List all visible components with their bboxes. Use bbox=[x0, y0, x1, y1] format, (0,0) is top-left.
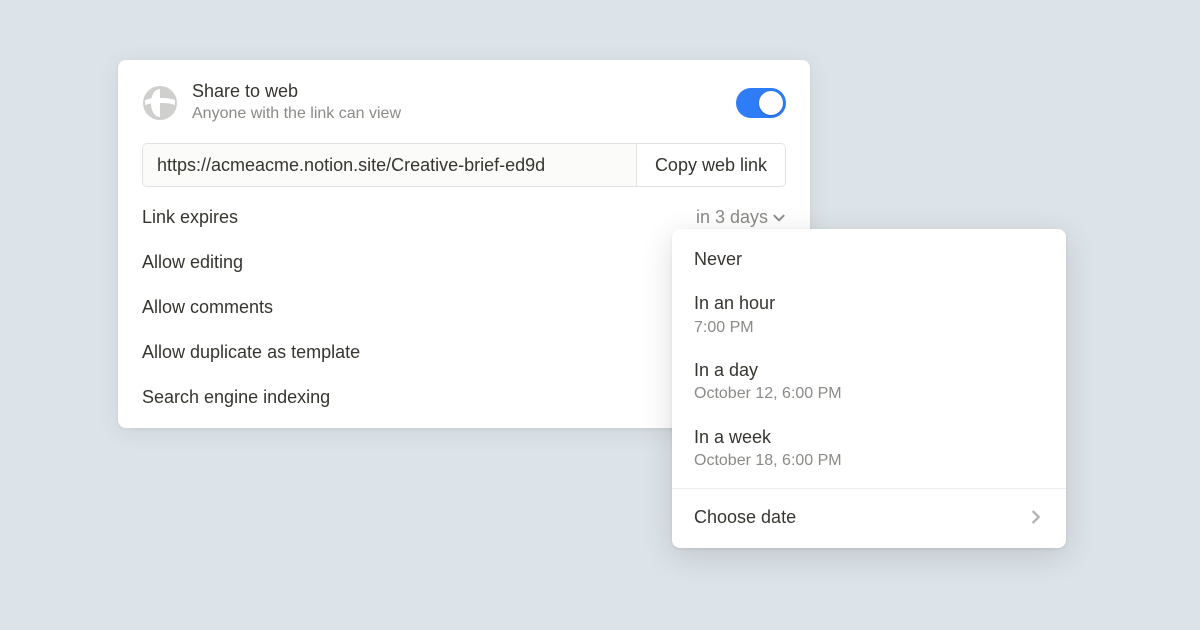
share-toggle[interactable] bbox=[736, 88, 786, 118]
option-label: Search engine indexing bbox=[142, 387, 330, 408]
dropdown-item-label: Never bbox=[694, 247, 1044, 271]
option-label: Allow duplicate as template bbox=[142, 342, 360, 363]
dropdown-item-sub: October 18, 6:00 PM bbox=[694, 450, 1044, 472]
choose-date-button[interactable]: Choose date bbox=[672, 495, 1066, 540]
dropdown-item-sub: October 12, 6:00 PM bbox=[694, 383, 1044, 405]
option-label: Link expires bbox=[142, 207, 238, 228]
copy-link-button[interactable]: Copy web link bbox=[636, 144, 785, 186]
chevron-down-icon bbox=[772, 211, 786, 225]
link-row: Copy web link bbox=[142, 143, 786, 187]
share-title: Share to web bbox=[192, 80, 736, 103]
dropdown-divider bbox=[672, 488, 1066, 489]
panel-header: Share to web Anyone with the link can vi… bbox=[118, 80, 810, 143]
dropdown-item-sub: 7:00 PM bbox=[694, 317, 1044, 339]
dropdown-item-label: In an hour bbox=[694, 291, 1044, 315]
header-text: Share to web Anyone with the link can vi… bbox=[192, 80, 736, 125]
expires-option-never[interactable]: Never bbox=[672, 237, 1066, 281]
toggle-knob bbox=[759, 91, 783, 115]
expires-value-selector[interactable]: in 3 days bbox=[696, 207, 786, 228]
share-link-input[interactable] bbox=[143, 144, 636, 186]
dropdown-item-label: In a week bbox=[694, 425, 1044, 449]
share-subtitle: Anyone with the link can view bbox=[192, 104, 736, 125]
expires-option-hour[interactable]: In an hour 7:00 PM bbox=[672, 281, 1066, 348]
option-label: Allow comments bbox=[142, 297, 273, 318]
link-expires-dropdown: Never In an hour 7:00 PM In a day Octobe… bbox=[672, 229, 1066, 548]
globe-icon bbox=[142, 85, 178, 121]
expires-current-value: in 3 days bbox=[696, 207, 768, 228]
choose-date-label: Choose date bbox=[694, 507, 796, 528]
dropdown-item-label: In a day bbox=[694, 358, 1044, 382]
expires-option-week[interactable]: In a week October 18, 6:00 PM bbox=[672, 415, 1066, 482]
expires-option-day[interactable]: In a day October 12, 6:00 PM bbox=[672, 348, 1066, 415]
option-label: Allow editing bbox=[142, 252, 243, 273]
chevron-right-icon bbox=[1028, 509, 1044, 525]
